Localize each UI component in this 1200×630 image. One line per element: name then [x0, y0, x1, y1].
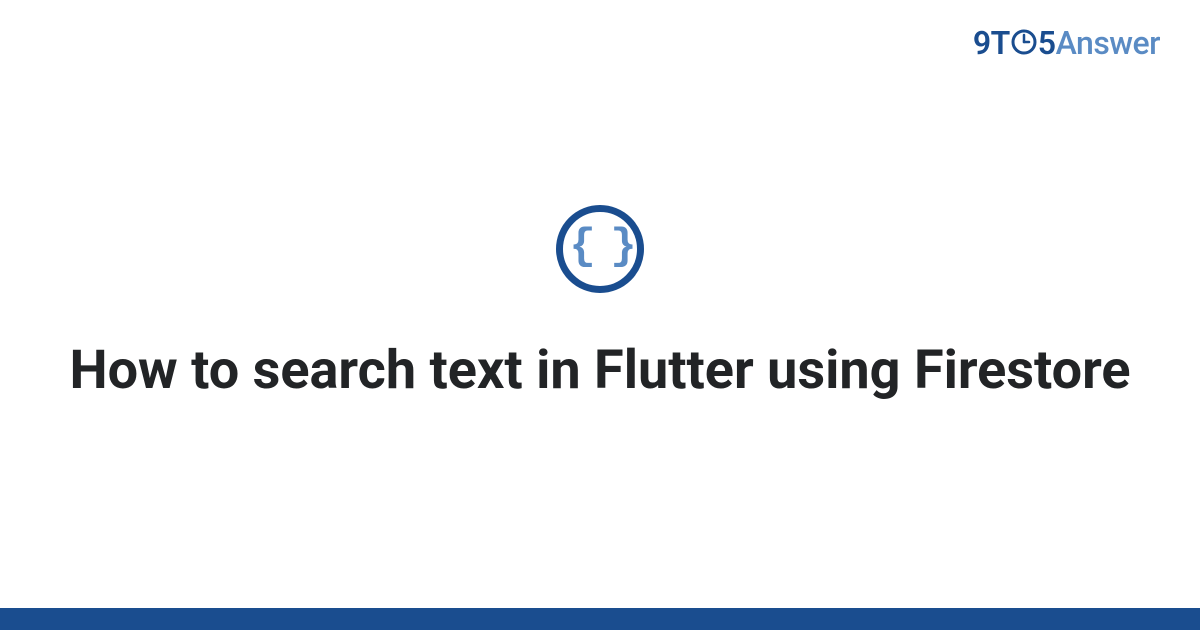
- footer-accent-bar: [0, 608, 1200, 630]
- content-area: { } How to search text in Flutter using …: [0, 0, 1200, 630]
- code-braces-glyph: { }: [569, 225, 630, 269]
- page-title: How to search text in Flutter using Fire…: [69, 337, 1130, 405]
- code-braces-icon: { }: [556, 205, 644, 293]
